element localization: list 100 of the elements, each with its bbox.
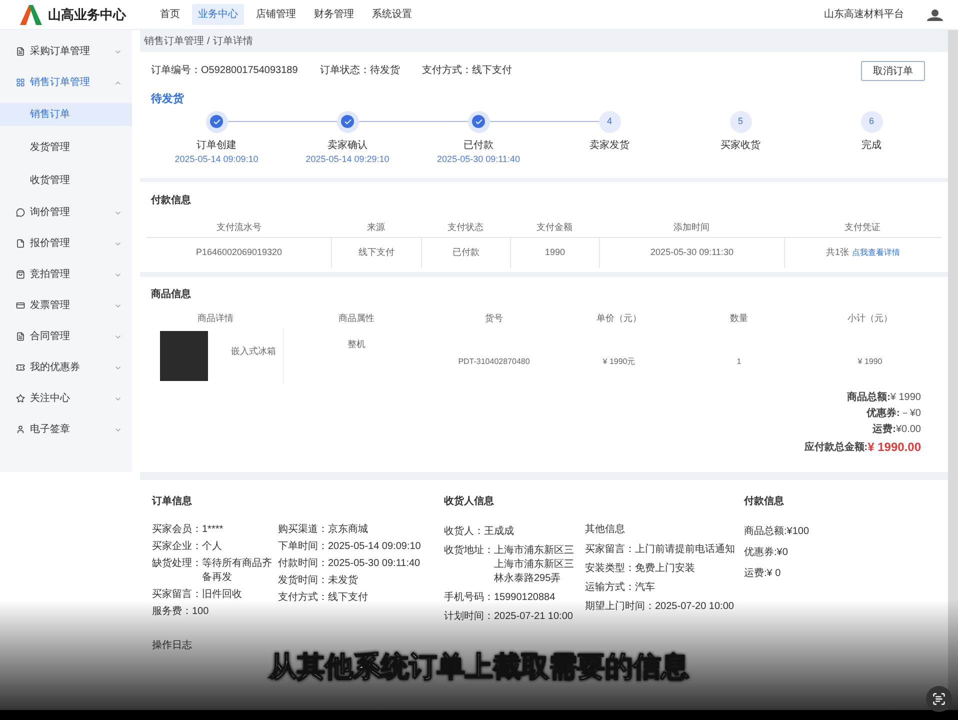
column-header: 支付状态	[421, 218, 510, 238]
sidebar-item[interactable]: 采购订单管理	[0, 36, 132, 67]
field-label: 优惠券:	[744, 546, 777, 560]
field-value: 待发货	[370, 64, 400, 78]
nav-tab[interactable]: 业务中心	[192, 4, 244, 25]
column-header: 商品详情	[196, 312, 234, 326]
table-cell: ¥ 1990元	[602, 356, 636, 368]
star-icon	[16, 394, 25, 403]
field-value: 个人	[202, 540, 222, 554]
sidebar-item[interactable]: 关注中心	[0, 383, 132, 414]
nav-tab[interactable]: 财务管理	[308, 4, 360, 25]
column-header: 商品属性	[338, 312, 376, 326]
card-icon	[16, 301, 25, 310]
column-header: 数量	[729, 312, 749, 326]
field-value: 线下支付	[472, 64, 512, 78]
field-label: 支付方式：	[422, 64, 472, 78]
field-value: 2025-07-20 10:00	[655, 600, 734, 614]
total-value: ¥ 1990	[890, 391, 921, 405]
breadcrumb-item: 订单详情	[212, 34, 253, 48]
field-label: 买家会员：	[152, 523, 202, 537]
total-value: ¥ 1990.00	[868, 439, 921, 456]
section-title: 商品信息	[150, 287, 192, 302]
section-title: 订单信息	[152, 494, 193, 509]
table-cell: 已付款	[421, 238, 510, 268]
product-name: 嵌入式冰箱	[231, 345, 276, 358]
field-label: 计划时间：	[444, 610, 494, 624]
field-label: 订单编号：	[151, 64, 201, 78]
field-label: 订单状态：	[320, 64, 370, 78]
person-icon	[16, 425, 25, 434]
field-value: 京东商城	[328, 523, 368, 537]
nav-tab[interactable]: 系统设置	[366, 4, 418, 25]
sidebar-item[interactable]: 合同管理	[0, 321, 132, 352]
sidebar-item[interactable]: 报价管理	[0, 228, 132, 259]
field-label: 商品总额:	[744, 525, 787, 539]
section-title: 操作日志	[152, 638, 193, 653]
check-icon	[474, 118, 482, 126]
sidebar-subitem[interactable]: 销售订单	[0, 103, 132, 126]
field-value: 等待所有商品齐备再发	[202, 557, 273, 585]
table-cell: 线下支付	[331, 238, 421, 268]
field-value: 未发货	[328, 574, 358, 588]
subtitle-caption: 从其他系统订单上截取需要的信息	[269, 650, 689, 684]
breadcrumb-item: /	[207, 34, 210, 48]
sidebar-subitem[interactable]: 收货管理	[0, 169, 132, 192]
sidebar-subitem[interactable]: 发货管理	[0, 136, 132, 159]
document-icon	[16, 47, 25, 56]
sidebar-item[interactable]: 我的优惠券	[0, 352, 132, 383]
total-label: 优惠券:	[866, 406, 900, 421]
field-value: 1****	[202, 523, 224, 537]
column-header: 小计（元）	[846, 312, 894, 326]
avatar-icon[interactable]	[926, 8, 944, 20]
cancel-order-button[interactable]: 取消订单	[861, 61, 925, 81]
column-header: 支付流水号	[147, 218, 331, 238]
field-value: 王成成	[484, 525, 514, 539]
sidebar-item[interactable]: 竞拍管理	[0, 259, 132, 290]
step-label: 卖家发货	[590, 138, 630, 152]
total-value: －¥0	[900, 407, 921, 421]
status-title: 待发货	[151, 92, 185, 107]
sidebar-item[interactable]: 销售订单管理	[0, 67, 132, 98]
field-value: O5928001754093189	[201, 64, 298, 78]
field-value: ¥0	[776, 546, 788, 560]
sidebar-item[interactable]: 询价管理	[0, 197, 132, 228]
voucher-link[interactable]: 点我查看详情	[852, 247, 900, 259]
field-value: 100	[192, 605, 209, 619]
breadcrumb-item[interactable]: 销售订单管理	[144, 34, 204, 48]
logo-icon	[18, 4, 44, 26]
nav-tab[interactable]: 店铺管理	[250, 4, 302, 25]
field-value: 15990120884	[494, 591, 556, 605]
total-value: ¥0.00	[896, 423, 921, 437]
field-value: 上海市浦东新区三上海市浦东新区三林永泰路295弄	[494, 544, 575, 586]
field-label: 服务费：	[152, 605, 192, 619]
field-value: 线下支付	[328, 591, 368, 605]
check-icon	[344, 118, 352, 126]
step-label: 卖家确认	[328, 138, 368, 152]
sidebar-item[interactable]: 发票管理	[0, 290, 132, 321]
field-label: 收货地址：	[444, 544, 494, 558]
table-cell-text: P1646002069019320	[194, 246, 284, 260]
nav-tab[interactable]: 首页	[154, 4, 186, 25]
document-icon	[16, 332, 25, 341]
section-title: 付款信息	[744, 494, 785, 509]
platform-name: 山东高速材料平台	[824, 8, 904, 22]
field-value: ¥ 0	[766, 567, 781, 581]
field-label: 运输方式：	[585, 581, 635, 595]
column-header: 添加时间	[599, 218, 784, 238]
column-header: 支付金额	[510, 218, 599, 238]
field-label: 买家留言：	[585, 543, 635, 557]
section-title: 付款信息	[150, 194, 192, 208]
column-header: 货号	[484, 312, 504, 326]
field-label: 发货时间：	[278, 574, 328, 588]
field-value: 上门前请提前电话通知	[635, 543, 735, 557]
step-label: 完成	[862, 138, 882, 152]
field-value: 旧件回收	[202, 588, 242, 602]
field-label: 缺货处理：	[152, 557, 202, 571]
step-label: 买家收货	[720, 138, 760, 152]
field-label: 购买渠道：	[278, 523, 328, 537]
table-cell: ¥ 1990	[858, 356, 882, 368]
field-label: 买家留言：	[152, 588, 202, 602]
sidebar-item[interactable]: 电子签章	[0, 414, 132, 445]
step-time: 2025-05-30 09:11:40	[437, 152, 520, 166]
field-label: 期望上门时间：	[585, 600, 655, 614]
field-label: 手机号码：	[444, 591, 494, 605]
